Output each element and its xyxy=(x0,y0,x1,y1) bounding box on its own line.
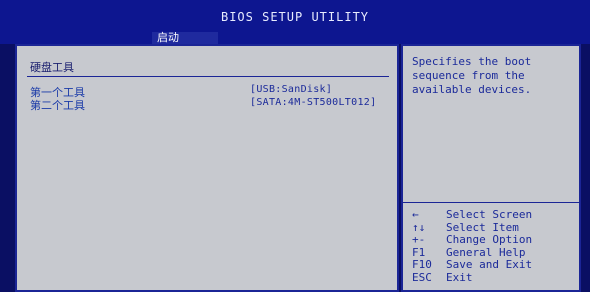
help-panel: Specifies the boot sequence from the ava… xyxy=(401,44,581,292)
key-desc: Save and Exit xyxy=(446,258,533,271)
key-legend-row: F10 Save and Exit xyxy=(412,258,577,272)
key-desc: Select Screen xyxy=(446,208,533,221)
bios-title: BIOS SETUP UTILITY xyxy=(220,10,370,24)
key-legend: ← Select Screen ↑↓ Select Item +- Change… xyxy=(412,208,577,285)
help-divider xyxy=(403,202,579,203)
key-desc: Exit xyxy=(446,270,473,284)
help-description: Specifies the boot sequence from the ava… xyxy=(412,55,532,96)
key-legend-row: ← Select Screen xyxy=(412,208,577,222)
key-legend-row: ESC Exit xyxy=(412,270,577,285)
boot-device-value-1[interactable]: [USB:SanDisk] xyxy=(250,84,332,95)
settings-panel: 硬盘工具 第一个工具 [USB:SanDisk] 第二个工具 [SATA:4M-… xyxy=(15,44,399,292)
boot-device-row-1[interactable]: 第一个工具 xyxy=(30,84,85,99)
boot-device-value-2[interactable]: [SATA:4M-ST500LT012] xyxy=(250,97,376,108)
left-arrow-icon: ← xyxy=(412,208,419,221)
section-divider xyxy=(27,76,389,77)
boot-device-label-2: 第二个工具 xyxy=(30,99,85,112)
boot-device-row-2[interactable]: 第二个工具 xyxy=(30,97,85,112)
key-desc: Change Option xyxy=(446,233,533,246)
section-title: 硬盘工具 xyxy=(30,61,74,74)
key-legend-row: +- Change Option xyxy=(412,233,577,247)
tab-bar: 启动 xyxy=(0,32,590,44)
key-label: F10 xyxy=(412,258,432,271)
key-label: +- xyxy=(412,233,426,246)
tab-boot[interactable]: 启动 xyxy=(152,32,218,44)
bios-title-bar: BIOS SETUP UTILITY xyxy=(0,0,590,32)
right-border xyxy=(581,44,590,292)
key-label: ESC xyxy=(412,270,432,284)
